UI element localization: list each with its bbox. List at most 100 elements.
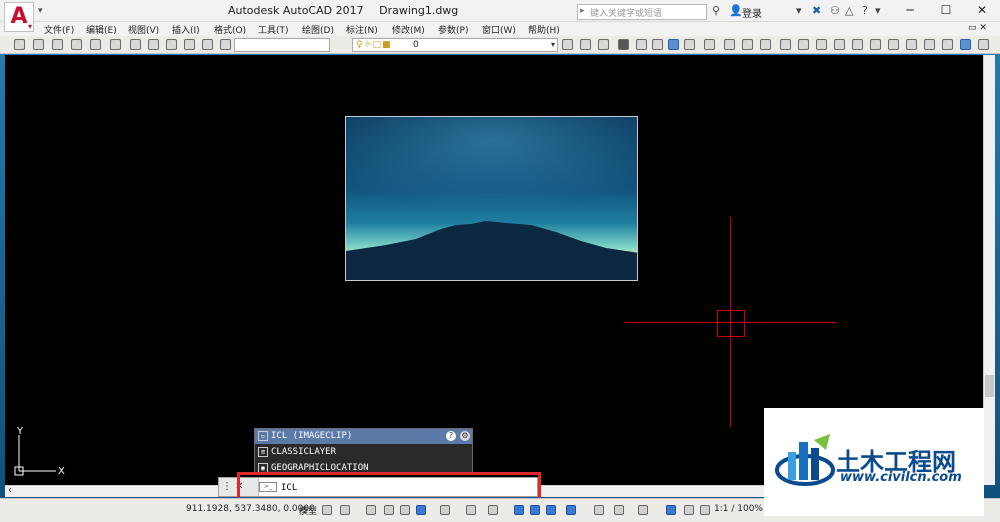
layer-value: 0 — [413, 40, 419, 50]
quick-access-dropdown-icon[interactable]: ▾ — [38, 6, 43, 16]
menu-file[interactable]: 文件(F) — [44, 23, 74, 36]
match-properties-icon[interactable] — [184, 39, 195, 50]
autocomplete-item-label: ICL (IMAGECLIP) — [271, 431, 353, 441]
make-current-icon[interactable] — [598, 39, 609, 50]
scroll-left-icon[interactable]: ‹ — [8, 485, 12, 496]
ucs-icon-12[interactable] — [924, 39, 935, 50]
osnap-icon[interactable] — [488, 505, 498, 515]
save-icon[interactable] — [52, 39, 63, 50]
gizmo-icon[interactable] — [638, 505, 648, 515]
ucs-icon-6[interactable] — [816, 39, 827, 50]
vertical-scrollbar-thumb[interactable] — [985, 375, 994, 397]
new-icon[interactable] — [14, 39, 25, 50]
ortho-icon[interactable] — [400, 505, 410, 515]
settings-icon[interactable]: ⚙ — [460, 431, 470, 441]
close-button[interactable]: ✕ — [964, 0, 1000, 22]
menu-format[interactable]: 格式(O) — [214, 23, 246, 36]
vertical-scrollbar[interactable] — [983, 55, 995, 485]
dynamic-ucs-icon[interactable] — [594, 505, 604, 515]
lineweight-icon[interactable] — [514, 505, 524, 515]
publish-icon[interactable] — [110, 39, 121, 50]
dynamic-input-icon[interactable] — [384, 505, 394, 515]
block-icon[interactable] — [202, 39, 213, 50]
layer-previous-icon[interactable] — [580, 39, 591, 50]
preview-icon[interactable] — [90, 39, 101, 50]
workspace-combo[interactable] — [234, 38, 330, 52]
menu-tools[interactable]: 工具(T) — [258, 23, 289, 36]
menu-dimension[interactable]: 标注(N) — [346, 23, 378, 36]
wrench-icon[interactable] — [220, 39, 231, 50]
a360-icon[interactable]: ⚇ — [830, 4, 840, 17]
ucs-icon-3[interactable] — [760, 39, 771, 50]
menu-view[interactable]: 视图(V) — [128, 23, 159, 36]
help-icon[interactable]: ? — [446, 431, 456, 441]
autocad-window: A ▾ ▾ Autodesk AutoCAD 2017 Drawing1.dwg … — [0, 0, 1000, 522]
ucs-icon-7[interactable] — [834, 39, 845, 50]
file-name: Drawing1.dwg — [379, 4, 459, 17]
triangle-icon[interactable]: △ — [845, 4, 853, 17]
ucs-icon-13[interactable] — [942, 39, 953, 50]
polar-icon[interactable] — [416, 505, 426, 515]
search-input[interactable]: ▸ 键入关键字或短语 — [577, 4, 707, 20]
plot-icon[interactable] — [71, 39, 82, 50]
3d-osnap-icon[interactable] — [566, 505, 576, 515]
svg-text:X: X — [58, 466, 65, 477]
ucs-icon-5[interactable] — [798, 39, 809, 50]
application-menu-button[interactable]: A ▾ — [4, 2, 34, 32]
wireframe-icon[interactable] — [636, 39, 647, 50]
menu-window[interactable]: 窗口(W) — [482, 23, 516, 36]
selection-cycling-icon[interactable] — [546, 505, 556, 515]
visual-style-icon[interactable] — [618, 39, 629, 50]
paste-icon[interactable] — [166, 39, 177, 50]
login-dropdown-icon[interactable]: ▾ — [796, 4, 802, 17]
realistic-icon[interactable] — [668, 39, 679, 50]
binoculars-icon[interactable]: ⚲ — [712, 4, 720, 17]
exchange-icon[interactable]: ✖ — [812, 4, 821, 17]
ucs-icon-2[interactable] — [742, 39, 753, 50]
orbit-icon[interactable] — [960, 39, 971, 50]
snap-icon[interactable] — [340, 505, 350, 515]
selection-filter-icon[interactable] — [614, 505, 624, 515]
model-tab[interactable]: 模型 — [299, 504, 317, 517]
infer-icon[interactable] — [366, 505, 376, 515]
render-icon[interactable] — [704, 39, 715, 50]
copy-icon[interactable] — [148, 39, 159, 50]
hidden-icon[interactable] — [652, 39, 663, 50]
login-label[interactable]: 登录 — [742, 5, 762, 20]
annotation-visibility-icon[interactable] — [666, 505, 676, 515]
auto-scale-icon[interactable] — [684, 505, 694, 515]
ucs-icon-4[interactable] — [780, 39, 791, 50]
isodraft-icon[interactable] — [440, 505, 450, 515]
menu-help[interactable]: 帮助(H) — [528, 23, 560, 36]
menu-edit[interactable]: 编辑(E) — [86, 23, 117, 36]
transparency-icon[interactable] — [530, 505, 540, 515]
menu-draw[interactable]: 绘图(D) — [302, 23, 334, 36]
ucs-icon-11[interactable] — [906, 39, 917, 50]
maximize-button[interactable]: ☐ — [928, 0, 964, 22]
ucs-icon-1[interactable] — [724, 39, 735, 50]
grid-icon[interactable] — [322, 505, 332, 515]
ucs-icon-8[interactable] — [852, 39, 863, 50]
help-dropdown-icon[interactable]: ▾ — [875, 4, 881, 17]
user-icon[interactable]: 👤 — [729, 4, 743, 17]
conceptual-icon[interactable] — [684, 39, 695, 50]
osnap-tracking-icon[interactable] — [466, 505, 476, 515]
ucs-icon-10[interactable] — [888, 39, 899, 50]
annotation-scale[interactable]: 1:1 / 100% — [714, 504, 763, 514]
menu-modify[interactable]: 修改(M) — [392, 23, 425, 36]
inserted-image[interactable] — [345, 116, 638, 281]
autocomplete-item[interactable]: ▫ ICL (IMAGECLIP) — [255, 429, 472, 444]
menu-restore-icon[interactable]: ▭ ✕ — [968, 23, 987, 33]
help-icon[interactable]: ? — [862, 4, 868, 17]
viewcube-icon[interactable] — [978, 39, 989, 50]
layer-properties-icon[interactable] — [562, 39, 573, 50]
menu-parametric[interactable]: 参数(P) — [438, 23, 468, 36]
layer-combo[interactable]: ♀☼▢■ 0 ▾ — [352, 38, 558, 52]
ucs-icon-9[interactable] — [870, 39, 881, 50]
menu-insert[interactable]: 插入(I) — [172, 23, 200, 36]
cut-icon[interactable] — [130, 39, 141, 50]
annotation-scale-icon[interactable] — [700, 505, 710, 515]
minimize-button[interactable]: ─ — [892, 0, 928, 22]
open-icon[interactable] — [33, 39, 44, 50]
autocomplete-item[interactable]: ≡ CLASSICLAYER — [255, 445, 472, 460]
